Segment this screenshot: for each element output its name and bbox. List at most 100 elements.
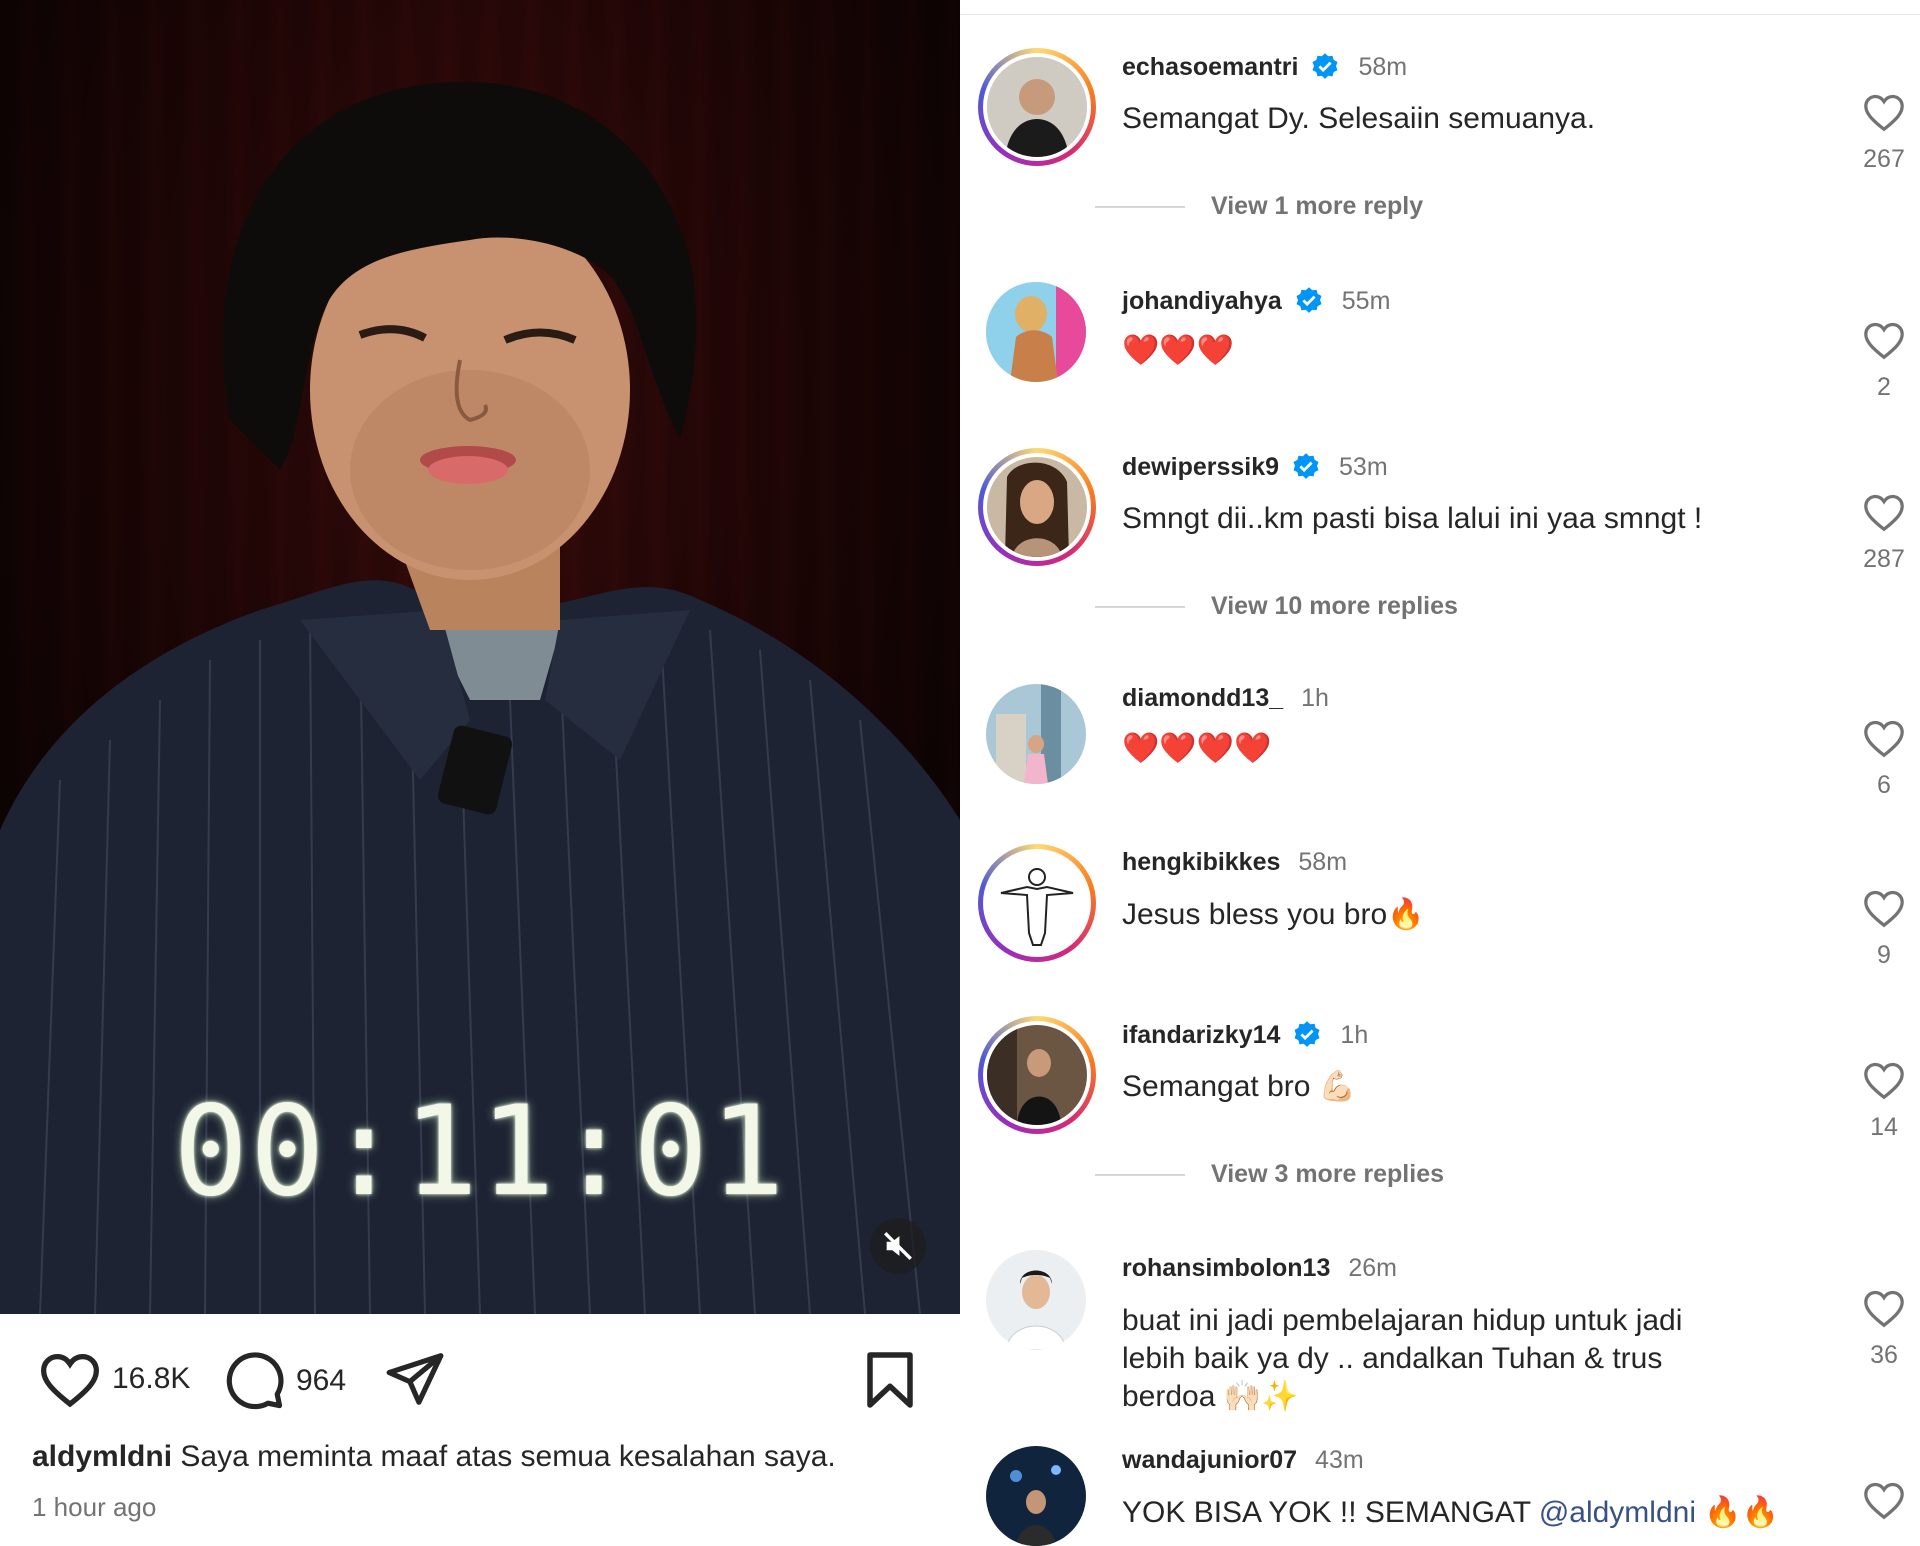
- heart-icon: [1864, 890, 1904, 928]
- comment-username-row: diamondd13_ 1h: [1122, 684, 1329, 713]
- avatar[interactable]: [986, 684, 1086, 784]
- comment-username[interactable]: rohansimbolon13: [1122, 1254, 1330, 1283]
- comment-text: YOK BISA YOK !! SEMANGAT @aldymldni 🔥🔥: [1122, 1494, 1802, 1532]
- avatar-image: [986, 282, 1086, 382]
- comment-username-row: dewiperssik9 53m: [1122, 452, 1388, 482]
- avatar[interactable]: [978, 844, 1096, 962]
- comment-text: ❤️❤️❤️: [1122, 334, 1235, 367]
- verified-badge-icon: [1312, 53, 1338, 79]
- comment-time: 58m: [1358, 52, 1408, 81]
- comment-like-count: 287: [1863, 545, 1905, 573]
- heart-icon: [1864, 494, 1904, 532]
- avatar-image: [986, 684, 1086, 784]
- heart-icon: [1864, 720, 1904, 758]
- comment-like-button[interactable]: 6: [1824, 718, 1920, 800]
- video-timer: 00:11:01: [173, 1080, 787, 1224]
- comment-time: 58m: [1298, 848, 1348, 876]
- comment-username-row: rohansimbolon13 26m: [1122, 1254, 1397, 1283]
- verified-badge-icon: [1296, 287, 1322, 313]
- comments-panel: echasoemantri 58m Semangat Dy. Selesaiin…: [960, 0, 1920, 1546]
- like-action[interactable]: 16.8K: [38, 1350, 190, 1408]
- avatar[interactable]: [986, 1250, 1086, 1350]
- comment-time: 53m: [1339, 452, 1388, 481]
- comment-username[interactable]: johandiyahya: [1122, 287, 1282, 316]
- verified-badge-icon: [1294, 1021, 1320, 1047]
- comment-count: 964: [296, 1364, 347, 1397]
- comment-like-count: 9: [1877, 941, 1891, 969]
- comment-time: 55m: [1341, 286, 1391, 315]
- comment-username[interactable]: wandajunior07: [1122, 1446, 1297, 1475]
- avatar-image: [986, 1446, 1086, 1546]
- comment-like-button[interactable]: [1824, 1480, 1920, 1525]
- comment-text-part: 🔥🔥: [1696, 1496, 1780, 1529]
- avatar[interactable]: [978, 1016, 1096, 1134]
- avatar-image: [987, 1025, 1087, 1125]
- comment-like-button[interactable]: 287: [1824, 492, 1920, 574]
- comment-text: buat ini jadi pembelajaran hidup untuk j…: [1122, 1304, 1683, 1413]
- comment-text: ❤️❤️❤️❤️: [1122, 732, 1272, 765]
- avatar[interactable]: [986, 282, 1086, 382]
- comment-like-count: 6: [1877, 771, 1891, 799]
- avatar-image: [987, 457, 1087, 557]
- heart-icon: [1864, 1290, 1904, 1328]
- comment-like-button[interactable]: 14: [1824, 1060, 1920, 1142]
- comment-username-row: wandajunior07 43m: [1122, 1446, 1364, 1475]
- comment-username-row: johandiyahya 55m: [1122, 286, 1390, 316]
- comment-text: Semangat Dy. Selesaiin semuanya.: [1122, 102, 1596, 135]
- comment-like-button[interactable]: 267: [1824, 92, 1920, 174]
- post-time: 1 hour ago: [32, 1492, 157, 1522]
- comment-username[interactable]: echasoemantri: [1122, 53, 1298, 82]
- comment-username[interactable]: ifandarizky14: [1122, 1021, 1280, 1050]
- comment-username[interactable]: hengkibikkes: [1122, 848, 1280, 877]
- mention-link[interactable]: @aldymldni: [1539, 1496, 1696, 1529]
- view-more-replies[interactable]: View 10 more replies: [1095, 592, 1458, 621]
- post-caption: aldymldni Saya meminta maaf atas semua k…: [32, 1440, 836, 1474]
- heart-icon: [1864, 1062, 1904, 1100]
- bookmark-icon: [867, 1352, 913, 1408]
- comment-like-count: 2: [1877, 373, 1891, 401]
- share-action[interactable]: [384, 1350, 446, 1408]
- avatar-image: [987, 853, 1087, 953]
- comment-text: Semangat bro 💪🏻: [1122, 1070, 1357, 1103]
- comment-action[interactable]: 964: [224, 1350, 346, 1412]
- save-action[interactable]: [864, 1350, 916, 1410]
- comment-time: 1h: [1340, 1020, 1369, 1049]
- avatar[interactable]: [986, 1446, 1086, 1546]
- comment-time: 43m: [1315, 1446, 1364, 1474]
- comment-like-button[interactable]: 36: [1824, 1288, 1920, 1370]
- verified-badge-icon: [1293, 453, 1319, 479]
- speaker-muted-icon: [884, 1232, 912, 1260]
- avatar[interactable]: [978, 448, 1096, 566]
- video-player[interactable]: 00:11:01: [0, 0, 960, 1314]
- comment-username[interactable]: diamondd13_: [1122, 684, 1283, 713]
- comment-like-count: 267: [1863, 145, 1905, 173]
- comment-username[interactable]: dewiperssik9: [1122, 453, 1279, 482]
- comment-text: Smngt dii..km pasti bisa lalui ini yaa s…: [1122, 502, 1703, 535]
- divider: [960, 14, 1920, 15]
- comment-username-row: hengkibikkes 58m: [1122, 848, 1347, 877]
- heart-icon: [1864, 94, 1904, 132]
- comment-time: 1h: [1301, 684, 1329, 712]
- view-more-replies-label: View 10 more replies: [1211, 592, 1458, 620]
- send-paper-plane-icon: [386, 1353, 444, 1405]
- avatar-image: [987, 57, 1087, 157]
- comment-like-count: 14: [1870, 1113, 1898, 1141]
- like-count: 16.8K: [112, 1362, 191, 1395]
- view-more-replies[interactable]: View 1 more reply: [1095, 192, 1423, 221]
- caption-text: Saya meminta maaf atas semua kesalahan s…: [180, 1440, 836, 1473]
- heart-icon: [40, 1353, 100, 1408]
- post-actions-bar: 16.8K 964: [0, 1314, 960, 1436]
- caption-username[interactable]: aldymldni: [32, 1440, 172, 1473]
- post-panel: 00:11:01 16.8K 964 aldymldni Saya memint…: [0, 0, 960, 1536]
- comment-like-count: 36: [1870, 1341, 1898, 1369]
- mute-button[interactable]: [870, 1218, 926, 1274]
- comment-like-button[interactable]: 2: [1824, 320, 1920, 402]
- comment-time: 26m: [1348, 1254, 1398, 1282]
- heart-icon: [1864, 1482, 1904, 1520]
- comment-text-part: YOK BISA YOK !! SEMANGAT: [1122, 1496, 1539, 1529]
- avatar[interactable]: [978, 48, 1096, 166]
- view-more-replies[interactable]: View 3 more replies: [1095, 1160, 1444, 1189]
- comment-bubble-icon: [226, 1352, 284, 1410]
- comment-like-button[interactable]: 9: [1824, 888, 1920, 970]
- comment-username-row: echasoemantri 58m: [1122, 52, 1407, 82]
